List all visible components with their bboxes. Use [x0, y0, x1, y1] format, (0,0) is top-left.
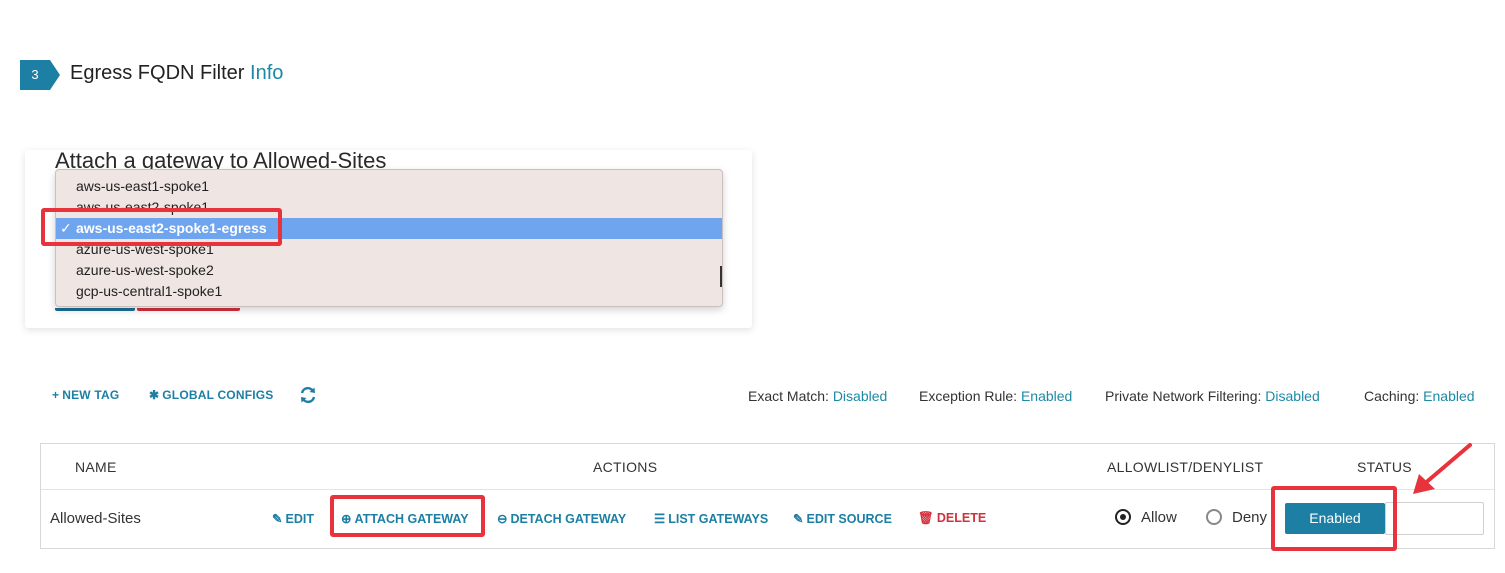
column-header-name: NAME — [75, 459, 117, 475]
refresh-icon[interactable] — [299, 386, 317, 409]
column-header-actions: ACTIONS — [593, 459, 658, 475]
annotation-arrow-icon — [1413, 443, 1472, 494]
allow-radio[interactable] — [1115, 509, 1131, 525]
new-tag-button[interactable]: + NEW TAG — [52, 388, 119, 402]
info-link[interactable]: Info — [250, 62, 283, 84]
delete-button[interactable]: 🗑 DELETE — [918, 511, 986, 526]
exact-match-setting: Exact Match: Disabled — [748, 388, 887, 404]
global-configs-button[interactable]: ✱ GLOBAL CONFIGS — [149, 388, 274, 402]
dropdown-scrollbar[interactable] — [720, 266, 722, 287]
setting-label: Private Network Filtering: — [1105, 388, 1262, 404]
column-header-status: STATUS — [1357, 459, 1412, 475]
detach-gateway-button[interactable]: ⊖ DETACH GATEWAY — [497, 511, 626, 526]
caching-value[interactable]: Enabled — [1423, 388, 1474, 404]
edit-source-label: EDIT SOURCE — [806, 512, 892, 526]
deny-radio-label[interactable]: Deny — [1232, 509, 1267, 526]
deny-radio[interactable] — [1206, 509, 1222, 525]
minus-circle-icon: ⊖ — [497, 512, 508, 526]
setting-label: Exception Rule: — [919, 388, 1018, 404]
new-tag-label: NEW TAG — [62, 388, 120, 402]
annotation-highlight-status — [1271, 486, 1397, 551]
edit-source-button[interactable]: ✎ EDIT SOURCE — [793, 511, 892, 526]
step-title: Egress FQDN Filter Info — [70, 62, 283, 85]
edit-icon: ✎ — [272, 512, 283, 526]
setting-label: Caching: — [1364, 388, 1420, 404]
annotation-highlight-selected-option — [41, 208, 282, 246]
caching-setting: Caching: Enabled — [1364, 388, 1475, 404]
dropdown-option[interactable]: gcp-us-central1-spoke1 — [76, 281, 222, 301]
dropdown-option[interactable]: aws-us-east1-spoke1 — [76, 176, 209, 196]
global-configs-label: GLOBAL CONFIGS — [162, 388, 274, 402]
step-number-badge: 3 — [20, 60, 60, 90]
setting-label: Exact Match: — [748, 388, 829, 404]
list-gateways-label: LIST GATEWAYS — [668, 512, 769, 526]
detach-gateway-label: DETACH GATEWAY — [510, 512, 627, 526]
exception-rule-setting: Exception Rule: Enabled — [919, 388, 1072, 404]
edit-button[interactable]: ✎ EDIT — [272, 511, 314, 526]
exact-match-value[interactable]: Disabled — [833, 388, 887, 404]
exception-rule-value[interactable]: Enabled — [1021, 388, 1072, 404]
private-network-filtering-value[interactable]: Disabled — [1265, 388, 1319, 404]
allow-radio-label[interactable]: Allow — [1141, 509, 1177, 526]
annotation-highlight-attach — [330, 495, 485, 537]
list-gateways-button[interactable]: ☰ LIST GATEWAYS — [654, 511, 768, 526]
step-title-text: Egress FQDN Filter — [70, 62, 245, 84]
delete-label: DELETE — [936, 511, 987, 525]
gear-icon: ✱ — [149, 388, 160, 402]
trash-icon: 🗑 — [918, 511, 934, 525]
dropdown-option[interactable]: azure-us-west-spoke2 — [76, 260, 214, 280]
row-tag-name: Allowed-Sites — [50, 510, 141, 527]
list-icon: ☰ — [654, 512, 666, 526]
private-network-filtering-setting: Private Network Filtering: Disabled — [1105, 388, 1320, 404]
column-header-allowlist: ALLOWLIST/DENYLIST — [1107, 459, 1264, 475]
edit-label: EDIT — [285, 512, 314, 526]
plus-icon: + — [52, 388, 60, 402]
edit-icon: ✎ — [793, 512, 804, 526]
status-field[interactable] — [1385, 502, 1484, 535]
